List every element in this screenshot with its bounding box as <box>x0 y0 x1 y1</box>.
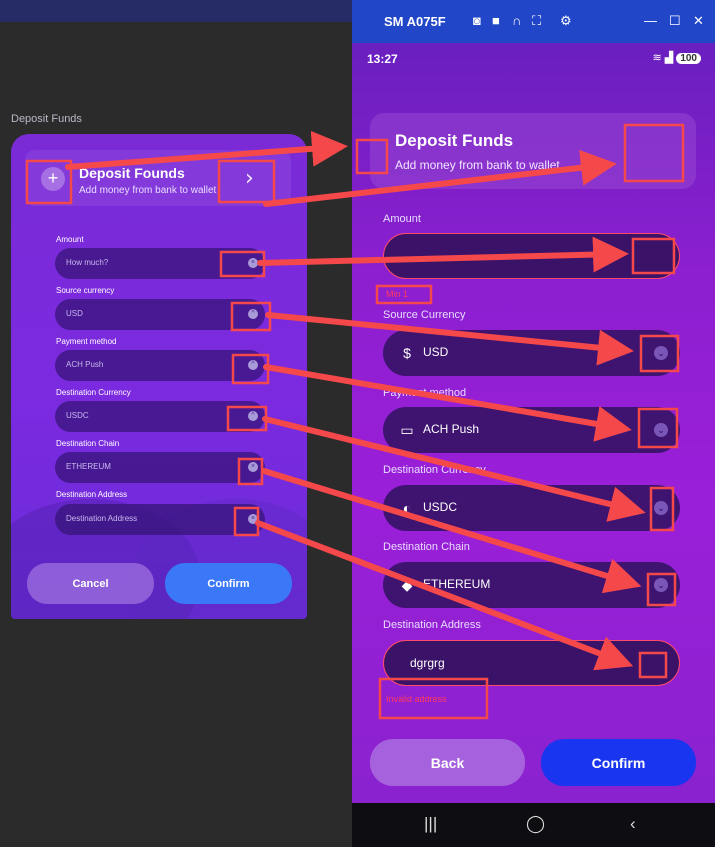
page-subtitle: Add money from bank to wallet <box>395 158 560 172</box>
video-icon[interactable]: ■ <box>492 13 500 28</box>
battery-indicator: 100 <box>676 53 701 64</box>
mockup-window-title: Deposit Funds <box>11 113 82 125</box>
destination-address-label: Destination Address <box>383 619 481 631</box>
amount-input[interactable] <box>383 233 680 279</box>
chevron-up-icon[interactable]: ^ <box>248 360 258 370</box>
destination-currency-value: USDC <box>423 500 458 514</box>
deposit-header-card[interactable] <box>370 113 696 189</box>
app-screen: 13:27 ≋ ▟ 100 Deposit Funds Add money fr… <box>352 43 715 803</box>
maximize-icon[interactable]: ☐ <box>669 13 681 29</box>
fullscreen-icon[interactable]: ⛶ <box>532 13 541 29</box>
headphones-icon[interactable]: ∩ <box>512 13 521 28</box>
design-mockup-panel: + Deposit Founds Add money from bank to … <box>11 134 307 619</box>
top-strip <box>0 0 352 22</box>
mockup-confirm-button[interactable]: Confirm <box>165 563 292 604</box>
mockup-destination-currency-field[interactable]: USDC ^ <box>55 401 265 432</box>
payment-method-select[interactable]: ▭ ACH Push ⌄ <box>383 407 680 453</box>
destination-address-input[interactable]: dgrgrg <box>383 640 680 686</box>
mockup-subheading: Add money from bank to wallet <box>79 185 217 196</box>
mockup-payment-method-value: ACH Push <box>66 360 104 369</box>
chevron-up-icon[interactable]: ^ <box>248 411 258 421</box>
wifi-icon: ≋ <box>652 52 662 64</box>
mockup-destination-chain-label: Destination Chain <box>56 439 120 448</box>
mockup-destination-chain-field[interactable]: ETHEREUM × <box>55 452 265 483</box>
source-currency-label: Source Currency <box>383 309 466 321</box>
mockup-amount-field[interactable]: How much? × <box>55 248 265 279</box>
ethereum-icon: ◆ <box>401 577 413 593</box>
mockup-payment-method-label: Payment method <box>56 337 117 346</box>
mockup-amount-placeholder: How much? <box>66 258 109 267</box>
usdc-icon: ◐ <box>402 500 412 516</box>
status-time: 13:27 <box>367 52 398 66</box>
destination-address-error: Invalid address <box>386 694 447 704</box>
page-title: Deposit Funds <box>395 131 514 150</box>
card-icon: ▭ <box>400 422 414 438</box>
plus-icon[interactable]: + <box>41 167 65 191</box>
destination-address-value: dgrgrg <box>410 656 445 670</box>
mockup-payment-method-field[interactable]: ACH Push ^ <box>55 350 265 381</box>
destination-currency-select[interactable]: ◐ USDC ⌄ <box>383 485 680 531</box>
chevron-up-icon[interactable]: ^ <box>248 309 258 319</box>
destination-chain-value: ETHEREUM <box>423 577 491 591</box>
device-name: SM A075F <box>384 14 446 29</box>
payment-method-value: ACH Push <box>423 422 480 436</box>
back-nav-icon[interactable]: ‹ <box>630 814 636 834</box>
mockup-destination-currency-value: USDC <box>66 411 89 420</box>
source-currency-value: USD <box>423 345 449 359</box>
chevron-right-icon[interactable]: › <box>245 166 254 191</box>
mockup-destination-chain-value: ETHEREUM <box>66 462 111 471</box>
mockup-source-currency-field[interactable]: USD ^ <box>55 299 265 330</box>
amount-label: Amount <box>383 213 421 225</box>
mockup-destination-address-label: Destination Address <box>56 490 128 499</box>
minimize-icon[interactable]: — <box>644 13 657 28</box>
destination-chain-label: Destination Chain <box>383 541 470 553</box>
mockup-destination-currency-label: Destination Currency <box>56 388 131 397</box>
mockup-destination-address-placeholder: Destination Address <box>66 514 138 523</box>
mockup-source-currency-label: Source currency <box>56 286 115 295</box>
mockup-amount-label: Amount <box>56 235 84 244</box>
mockup-cancel-button[interactable]: Cancel <box>27 563 154 604</box>
android-nav-bar: ||| ◯ ‹ <box>352 803 715 847</box>
device-title-bar: SM A075F ◙ ■ ∩ ⛶ ⚙ — ☐ ✕ <box>352 0 715 43</box>
home-icon[interactable]: ◯ <box>526 814 545 834</box>
source-currency-select[interactable]: $ USD ⌄ <box>383 330 680 376</box>
device-mirror-window: SM A075F ◙ ■ ∩ ⛶ ⚙ — ☐ ✕ 13:27 ≋ ▟ 100 D… <box>352 0 715 847</box>
status-icons: ≋ ▟ 100 <box>652 51 701 64</box>
mockup-heading: Deposit Founds <box>79 165 185 181</box>
dollar-icon: $ <box>403 345 411 361</box>
destination-currency-label: Destination Currency <box>383 464 486 476</box>
camera-icon[interactable]: ◙ <box>473 13 481 28</box>
clear-icon[interactable]: × <box>248 514 258 524</box>
clear-icon[interactable]: × <box>248 258 258 268</box>
amount-error: Min 1 <box>386 289 409 299</box>
mockup-source-currency-value: USD <box>66 309 83 318</box>
settings-icon[interactable]: ⚙ <box>560 13 572 29</box>
payment-method-label: Payment method <box>383 387 467 399</box>
back-button[interactable]: Back <box>370 739 525 786</box>
chevron-down-icon[interactable]: ⌄ <box>654 501 668 515</box>
chevron-down-icon[interactable]: ⌄ <box>654 346 668 360</box>
chevron-down-icon[interactable]: ⌄ <box>654 578 668 592</box>
recent-apps-icon[interactable]: ||| <box>424 814 437 834</box>
signal-icon: ▟ <box>664 52 674 64</box>
close-icon[interactable]: ✕ <box>693 13 704 29</box>
confirm-button[interactable]: Confirm <box>541 739 696 786</box>
mockup-destination-address-field[interactable]: Destination Address × <box>55 504 265 535</box>
chevron-down-icon[interactable]: ⌄ <box>654 423 668 437</box>
destination-chain-select[interactable]: ◆ ETHEREUM ⌄ <box>383 562 680 608</box>
clear-icon[interactable]: × <box>248 462 258 472</box>
